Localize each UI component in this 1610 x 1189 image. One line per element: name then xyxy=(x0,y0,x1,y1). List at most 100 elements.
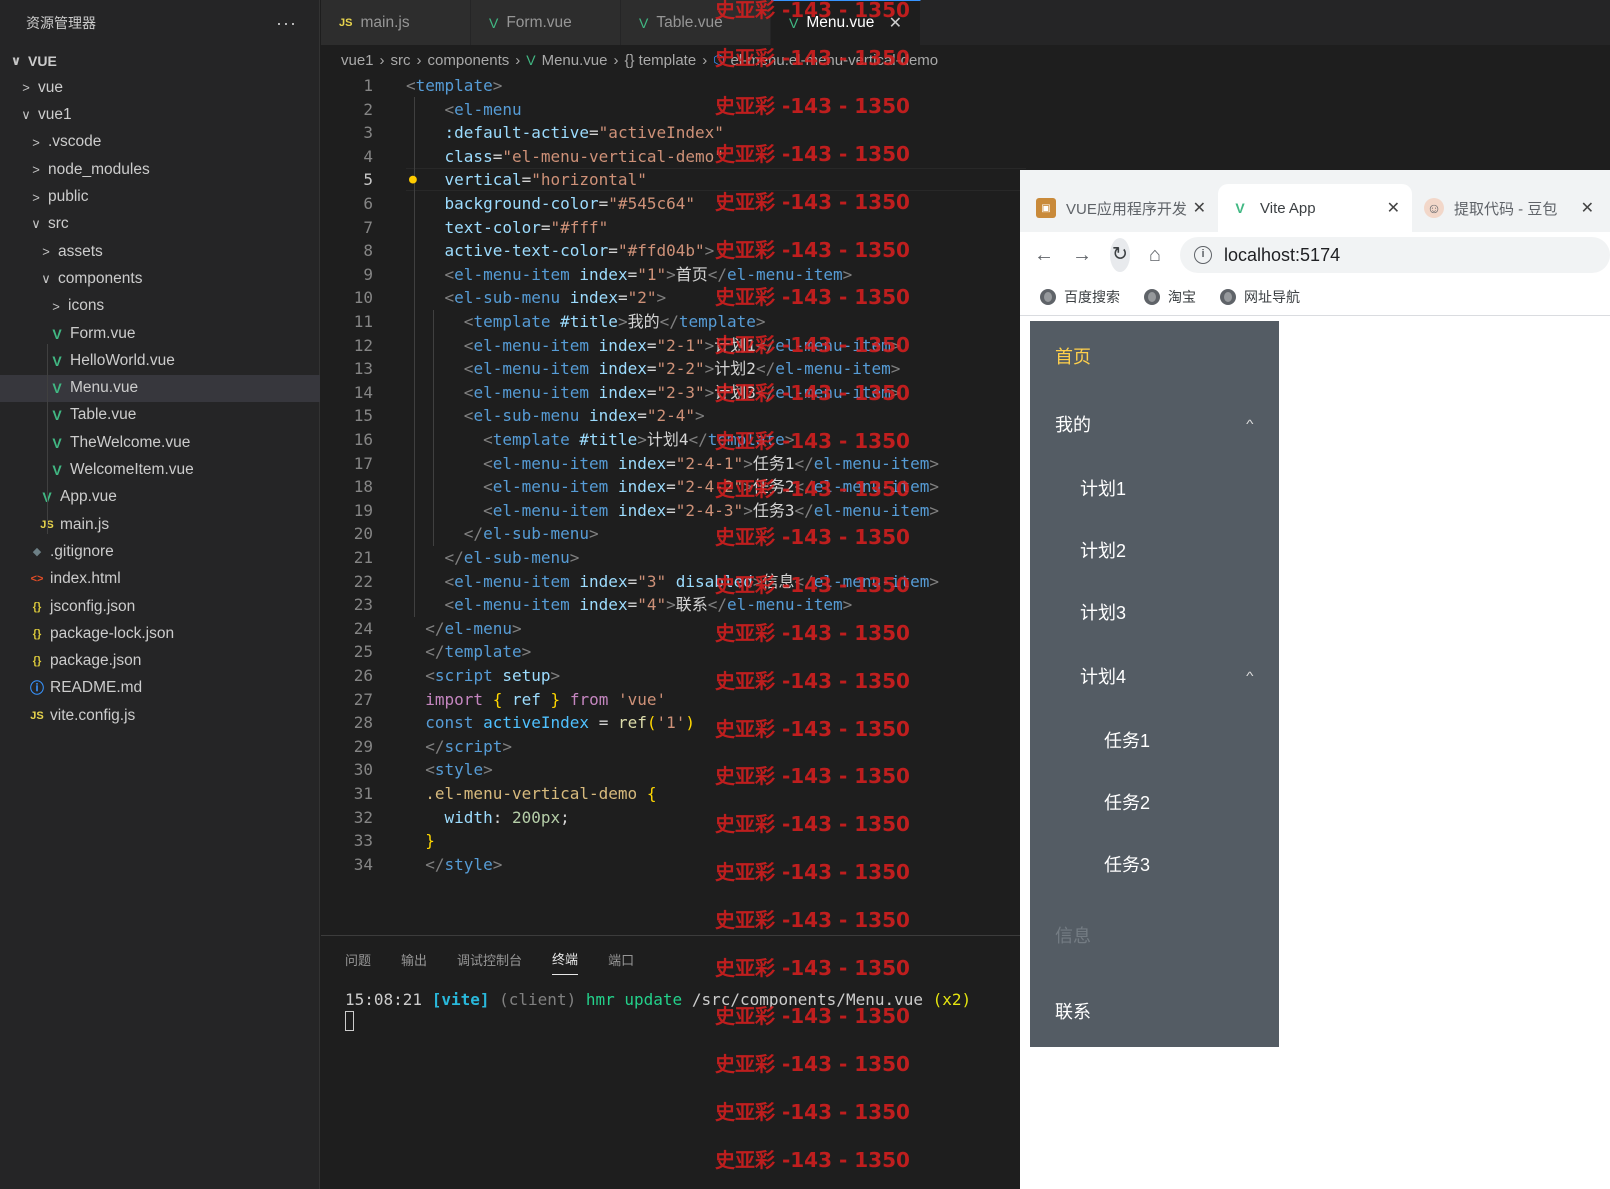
lightbulb-icon[interactable]: ● xyxy=(409,168,417,192)
folder-item[interactable]: ∨ src xyxy=(0,211,320,238)
menu-item-plan3[interactable]: 计划3 xyxy=(1030,581,1279,643)
tab-problems[interactable]: 问题 xyxy=(345,944,371,975)
js-file-icon: JS xyxy=(30,709,44,722)
file-item[interactable]: ⓘ README.md xyxy=(0,675,320,702)
tab-debug-console[interactable]: 调试控制台 xyxy=(457,944,522,975)
breadcrumb-item[interactable]: components xyxy=(428,52,510,69)
file-item[interactable]: JS vite.config.js xyxy=(0,702,320,729)
submenu-mine[interactable]: 我的 ^ xyxy=(1030,391,1279,457)
file-item[interactable]: V Form.vue xyxy=(0,320,320,347)
file-item[interactable]: JSmain.js xyxy=(0,511,320,538)
menu-item-plan1[interactable]: 计划1 xyxy=(1030,457,1279,519)
vue-file-icon: V xyxy=(52,325,62,342)
explorer-header: 资源管理器 ··· xyxy=(0,0,319,46)
menu-item-task1[interactable]: 任务1 xyxy=(1030,709,1279,771)
line-number: 28 xyxy=(353,713,373,733)
folder-item[interactable]: ∨ vue1 xyxy=(0,102,320,129)
folder-item[interactable]: > node_modules xyxy=(0,156,320,183)
bookmark-taobao[interactable]: 淘宝 xyxy=(1144,287,1196,307)
vue-logo-icon: V xyxy=(1235,200,1245,216)
bookmark-label: 网址导航 xyxy=(1244,288,1300,305)
home-icon[interactable]: ⌂ xyxy=(1148,244,1162,267)
tab-ports[interactable]: 端口 xyxy=(608,944,634,975)
menu-item-plan2[interactable]: 计划2 xyxy=(1030,519,1279,581)
line-number: 1 xyxy=(363,76,373,95)
code-line: 33 } xyxy=(321,829,1021,853)
code-line: 7 text-color="#fff" xyxy=(321,216,1021,240)
menu-item-label: 计划1 xyxy=(1080,479,1127,499)
breadcrumb-item[interactable]: {} template xyxy=(624,52,696,69)
folder-item[interactable]: > vue xyxy=(0,74,320,101)
forward-arrow-icon[interactable]: → xyxy=(1072,244,1092,267)
bookmark-nav[interactable]: 网址导航 xyxy=(1220,287,1300,307)
tab-main-js[interactable]: JS main.js xyxy=(321,0,471,45)
code-line: 12 <el-menu-item index="2-1">计划1</el-men… xyxy=(321,334,1021,358)
menu-item-home[interactable]: 首页 xyxy=(1030,321,1279,391)
chevron-down-icon: ∨ xyxy=(31,216,41,232)
folder-item[interactable]: ∨ components xyxy=(0,265,320,292)
breadcrumb-item[interactable]: src xyxy=(391,52,411,69)
tree-item-label: src xyxy=(48,215,69,233)
breadcrumb-item[interactable]: Menu.vue xyxy=(542,52,608,69)
breadcrumb-item[interactable]: vue1 xyxy=(341,52,374,69)
browser-tab-vite-app[interactable]: V Vite App ✕ xyxy=(1218,184,1412,232)
line-number: 33 xyxy=(353,831,373,851)
site-info-icon[interactable]: i xyxy=(1194,246,1212,264)
breadcrumb-item[interactable]: el-menu.el-menu-vertical-demo xyxy=(731,52,939,69)
terminal[interactable]: 15:08:21 [vite] (client) hmr update /src… xyxy=(321,982,1021,1043)
menu-item-task3[interactable]: 任务3 xyxy=(1030,833,1279,895)
file-item[interactable]: <> index.html xyxy=(0,566,320,593)
file-item[interactable]: ◆ .gitignore xyxy=(0,538,320,565)
file-item[interactable]: VApp.vue xyxy=(0,484,320,511)
vue-file-icon: V xyxy=(789,15,799,31)
folder-item[interactable]: > public xyxy=(0,184,320,211)
menu-item-task2[interactable]: 任务2 xyxy=(1030,771,1279,833)
file-item[interactable]: V Table.vue xyxy=(0,402,320,429)
browser-tab-vue-course[interactable]: ▣ VUE应用程序开发 ✕ xyxy=(1024,184,1218,232)
file-item[interactable]: {} jsconfig.json xyxy=(0,593,320,620)
browser-tab-title: 提取代码 - 豆包 xyxy=(1454,200,1558,218)
bookmark-baidu[interactable]: 百度搜索 xyxy=(1040,287,1120,307)
more-actions-icon[interactable]: ··· xyxy=(276,13,297,34)
reload-icon[interactable]: ↻ xyxy=(1110,238,1130,272)
chevron-down-icon: ∨ xyxy=(41,270,51,286)
tab-table-vue[interactable]: V Table.vue xyxy=(621,0,771,45)
chevron-down-icon: ∨ xyxy=(10,52,22,68)
el-menu: 首页 我的 ^ 计划1 计划2 计划3 计划4 ^ 任务1 任务2 任务3 信息 联… xyxy=(1030,321,1279,1047)
tab-form-vue[interactable]: V Form.vue xyxy=(471,0,621,45)
term-client: (client) xyxy=(499,990,577,1009)
code-text: <script setup> xyxy=(425,666,561,685)
close-icon[interactable]: ✕ xyxy=(1193,198,1206,218)
file-item[interactable]: V WelcomeItem.vue xyxy=(0,457,320,484)
tab-output[interactable]: 输出 xyxy=(401,944,427,975)
folder-item[interactable]: > icons xyxy=(0,293,320,320)
element-icon: ⬡ xyxy=(713,52,725,67)
menu-item-contact[interactable]: 联系 xyxy=(1030,975,1279,1047)
file-item[interactable]: {} package.json xyxy=(0,648,320,675)
close-icon[interactable]: ✕ xyxy=(1387,198,1400,218)
close-icon[interactable]: ✕ xyxy=(1581,198,1594,218)
file-item[interactable]: {} package-lock.json xyxy=(0,620,320,647)
chevron-right-icon: > xyxy=(32,189,40,205)
close-icon[interactable]: ✕ xyxy=(889,13,902,33)
code-text: <el-menu-item index="3" disabled>信息</el-… xyxy=(444,571,939,591)
tree-item-label: index.html xyxy=(50,570,121,588)
tab-terminal[interactable]: 终端 xyxy=(552,943,579,975)
file-item[interactable]: V TheWelcome.vue xyxy=(0,429,320,456)
file-item[interactable]: V HelloWorld.vue xyxy=(0,347,320,374)
browser-tab-doubao[interactable]: ☺ 提取代码 - 豆包 ✕ xyxy=(1412,184,1606,232)
code-line: 34 </style> xyxy=(321,853,1021,877)
back-arrow-icon[interactable]: ← xyxy=(1034,244,1054,267)
breadcrumb: vue1 › src › components › V Menu.vue › {} te… xyxy=(321,45,1610,75)
json-file-icon: {} xyxy=(32,655,42,668)
git-file-icon: ◆ xyxy=(32,546,42,559)
tab-menu-vue[interactable]: V Menu.vue ✕ xyxy=(771,0,921,45)
menu-item-label: 联系 xyxy=(1055,1002,1091,1022)
folder-item[interactable]: > .vscode xyxy=(0,129,320,156)
code-text: <el-menu-item index="4">联系</el-menu-item… xyxy=(444,595,853,615)
submenu-plan4[interactable]: 计划4 ^ xyxy=(1030,643,1279,709)
file-item[interactable]: V Menu.vue xyxy=(0,374,320,402)
folder-item[interactable]: ∨ VUE xyxy=(0,47,320,74)
folder-item[interactable]: > assets xyxy=(0,238,320,265)
address-bar[interactable]: i localhost:5174 xyxy=(1180,237,1610,273)
